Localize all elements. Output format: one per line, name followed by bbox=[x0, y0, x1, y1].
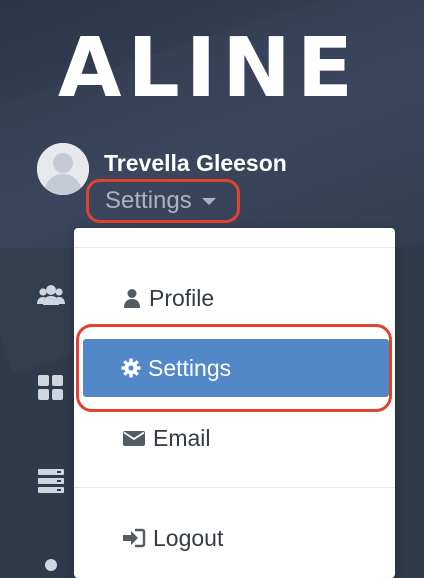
users-icon[interactable] bbox=[37, 281, 65, 309]
user-icon bbox=[124, 289, 140, 308]
menu-item-label: Settings bbox=[148, 354, 232, 381]
user-name: Trevella Gleeson bbox=[104, 150, 287, 176]
menu-item-profile[interactable]: Profile bbox=[82, 269, 387, 327]
dashboard-grid-icon[interactable] bbox=[37, 374, 65, 402]
user-dropdown-menu: Profile Settings Email Logout bbox=[74, 228, 395, 578]
avatar-silhouette-icon bbox=[37, 143, 89, 195]
brand-logo[interactable]: ALINE bbox=[58, 21, 359, 116]
server-stack-icon[interactable] bbox=[37, 467, 65, 495]
sign-out-icon bbox=[123, 528, 146, 548]
menu-item-label: Email bbox=[153, 424, 211, 451]
menu-divider bbox=[74, 247, 395, 248]
menu-item-label: Profile bbox=[149, 284, 215, 311]
user-settings-dropdown-toggle[interactable]: Settings bbox=[86, 179, 240, 223]
avatar[interactable] bbox=[37, 143, 89, 195]
gear-icon bbox=[121, 358, 141, 378]
menu-item-logout[interactable]: Logout bbox=[82, 509, 387, 567]
user-icon[interactable] bbox=[37, 558, 65, 572]
menu-item-settings[interactable]: Settings bbox=[83, 339, 389, 397]
settings-toggle-label: Settings bbox=[105, 187, 192, 214]
caret-down-icon bbox=[201, 197, 216, 205]
menu-item-email[interactable]: Email bbox=[82, 409, 387, 467]
envelope-icon bbox=[123, 431, 145, 446]
brand-logo-text: ALINE bbox=[58, 21, 359, 116]
menu-divider bbox=[74, 487, 395, 488]
menu-item-label: Logout bbox=[153, 524, 224, 551]
